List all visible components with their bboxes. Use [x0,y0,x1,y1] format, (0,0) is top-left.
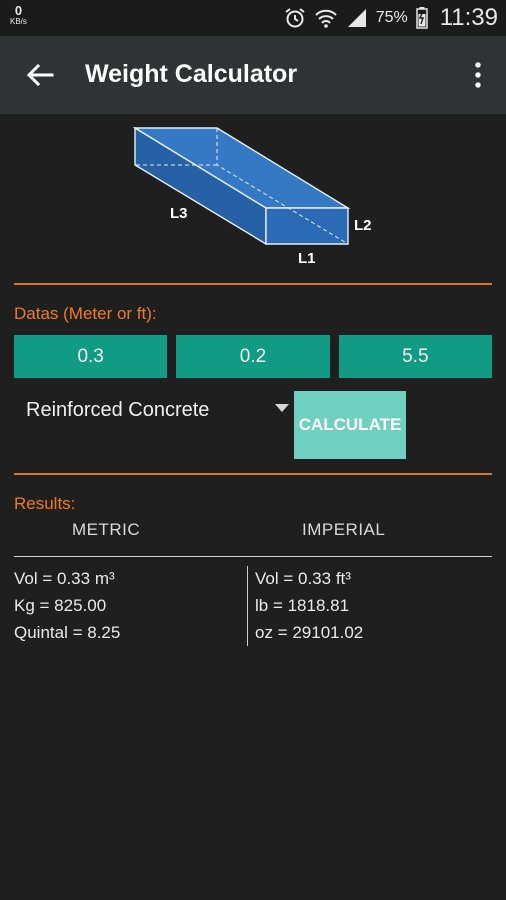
dimension-inputs: 0.3 0.2 5.5 [14,335,492,378]
imperial-oz: oz = 29101.02 [255,623,364,642]
material-dropdown[interactable]: Reinforced Concrete [14,392,289,428]
status-icons: 75% 11:39 [284,4,498,32]
label-l1: L1 [298,250,316,267]
alarm-icon [284,7,306,29]
dropdown-caret-icon [275,404,289,412]
results-label: Results: [14,494,76,513]
imperial-header: IMPERIAL [302,520,386,539]
imperial-volume: Vol = 0.33 ft³ [255,569,351,588]
material-selected: Reinforced Concrete [26,399,210,421]
box-diagram: L3 L2 L1 [120,120,380,270]
divider-middle [14,473,492,475]
calculate-button[interactable]: CALCULATE [294,391,406,459]
arrow-left-icon[interactable] [24,61,56,89]
results-column-divider [247,566,248,646]
signal-icon [346,7,368,29]
status-bar: 0 KB/s 75% 11:39 [0,0,506,36]
network-speed-value: 0 [14,3,23,18]
length-input-2[interactable]: 0.2 [176,335,330,378]
clock: 11:39 [439,4,498,31]
wifi-icon [314,7,338,29]
results-separator [14,556,492,557]
divider-top [14,283,492,285]
metric-header: METRIC [72,520,141,539]
page-title: Weight Calculator [85,60,298,88]
length-input-3[interactable]: 5.5 [338,335,492,378]
battery-icon [415,7,428,29]
label-l3: L3 [170,205,188,222]
imperial-lb: lb = 1818.81 [255,596,350,615]
length-input-1[interactable]: 0.3 [14,335,168,378]
more-vert-icon[interactable] [470,60,486,90]
label-l2: L2 [354,217,372,234]
metric-kg: Kg = 825.00 [14,596,107,615]
network-speed: 0 KB/s [10,4,27,26]
battery-percent: 75% [375,9,408,26]
metric-quintal: Quintal = 8.25 [14,623,121,642]
app-bar: Weight Calculator [0,36,506,114]
datas-label: Datas (Meter or ft): [14,304,157,323]
network-speed-unit: KB/s [10,17,27,26]
metric-volume: Vol = 0.33 m³ [14,569,115,588]
